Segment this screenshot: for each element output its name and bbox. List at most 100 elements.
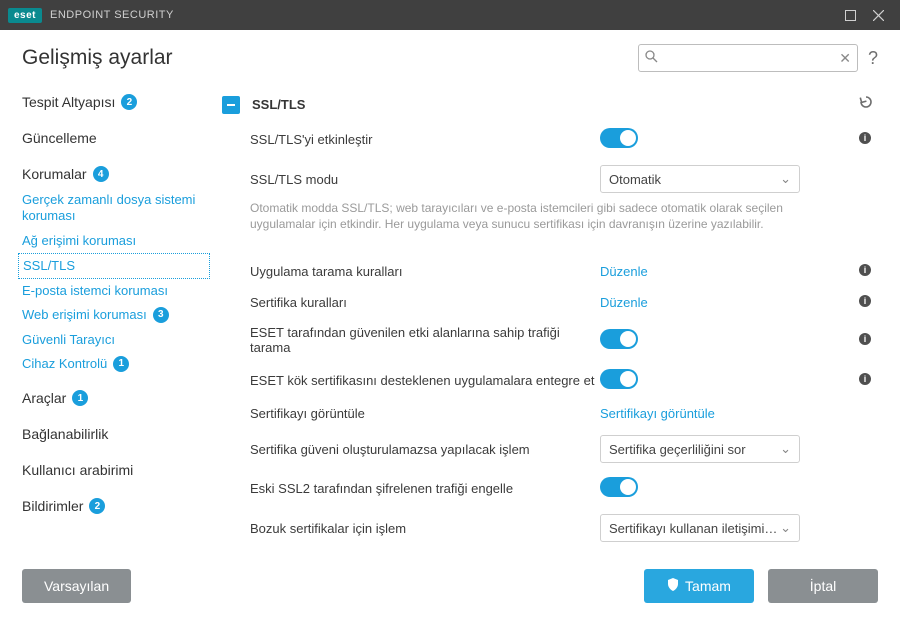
label: ESET tarafından güvenilen etki alanların… <box>250 325 600 355</box>
label: Uygulama tarama kuralları <box>250 264 600 279</box>
page-title: Gelişmiş ayarlar <box>22 46 173 70</box>
header: Gelişmiş ayarlar ✕ ? <box>0 30 900 82</box>
close-icon <box>873 10 884 21</box>
sidebar-item-label: Kullanıcı arabirimi <box>22 462 133 478</box>
product-name: ENDPOINT SECURITY <box>50 9 174 21</box>
badge: 1 <box>72 390 88 406</box>
brand-badge: eset <box>8 8 42 23</box>
sidebar-item-tespit[interactable]: Tespit Altyapısı 2 <box>18 88 210 116</box>
badge: 1 <box>113 356 129 372</box>
select-trust-fail[interactable]: Sertifika geçerliliğini sor ⌄ <box>600 435 800 463</box>
sidebar-sub-web[interactable]: Web erişimi koruması 3 <box>18 303 210 327</box>
help-button[interactable]: ? <box>868 48 878 69</box>
info-icon[interactable]: i <box>854 131 876 148</box>
sidebar-sub-rtfs[interactable]: Gerçek zamanlı dosya sistemi koruması <box>18 188 210 229</box>
row-broken-cert: Bozuk sertifikalar için işlem Sertifikay… <box>220 507 876 549</box>
select-value: Sertifika geçerliliğini sor <box>609 442 780 457</box>
row-root-cert: ESET kök sertifikasını desteklenen uygul… <box>220 362 876 399</box>
toggle-ssl2[interactable] <box>600 477 638 497</box>
info-icon[interactable]: i <box>854 263 876 280</box>
link-edit-app-rules[interactable]: Düzenle <box>600 264 648 279</box>
toggle-enable-ssl[interactable] <box>600 128 638 148</box>
badge: 2 <box>89 498 105 514</box>
row-cert-rules: Sertifika kuralları Düzenle i <box>220 287 876 318</box>
select-value: Sertifikayı kullanan iletişimi e... <box>609 521 780 536</box>
sidebar-sub-device[interactable]: Cihaz Kontrolü 1 <box>18 352 210 376</box>
sidebar-item-label: Cihaz Kontrolü <box>22 356 107 372</box>
sidebar-item-korumalar[interactable]: Korumalar 4 <box>18 160 210 188</box>
sidebar-item-label: Web erişimi koruması <box>22 307 147 323</box>
info-icon[interactable]: i <box>854 294 876 311</box>
select-ssl-mode[interactable]: Otomatik ⌄ <box>600 165 800 193</box>
chevron-down-icon: ⌄ <box>780 441 791 457</box>
collapse-toggle[interactable] <box>222 96 240 114</box>
search-input[interactable] <box>645 51 839 66</box>
row-trusted-domains: ESET tarafından güvenilen etki alanların… <box>220 318 876 362</box>
label: Sertifika güveni oluşturulamazsa yapılac… <box>250 442 600 457</box>
chevron-down-icon: ⌄ <box>780 520 791 536</box>
close-button[interactable] <box>864 1 892 29</box>
row-app-rules: Uygulama tarama kuralları Düzenle i <box>220 256 876 287</box>
svg-text:i: i <box>864 374 867 384</box>
sidebar-item-label: Tespit Altyapısı <box>22 94 115 110</box>
link-view-cert[interactable]: Sertifikayı görüntüle <box>600 406 715 421</box>
sidebar: Tespit Altyapısı 2 Güncelleme Korumalar … <box>0 82 210 574</box>
section-header: SSL/TLS <box>220 88 876 121</box>
sidebar-item-label: Bağlanabilirlik <box>22 426 108 442</box>
revert-button[interactable] <box>858 94 874 115</box>
sidebar-sub-ssltls[interactable]: SSL/TLS <box>18 253 210 279</box>
svg-text:i: i <box>864 296 867 306</box>
badge: 4 <box>93 166 109 182</box>
search-clear-icon[interactable]: ✕ <box>839 50 851 67</box>
select-broken-cert[interactable]: Sertifikayı kullanan iletişimi e... ⌄ <box>600 514 800 542</box>
info-icon[interactable]: i <box>854 372 876 389</box>
label: Sertifika kuralları <box>250 295 600 310</box>
ok-button[interactable]: Tamam <box>644 569 754 603</box>
row-enable-ssl: SSL/TLS'yi etkinleştir i <box>220 121 876 158</box>
content: SSL/TLS SSL/TLS'yi etkinleştir i SSL/TLS… <box>210 82 900 574</box>
label: Eski SSL2 tarafından şifrelenen trafiği … <box>250 481 600 496</box>
sidebar-item-label: Araçlar <box>22 390 66 406</box>
sidebar-item-label: Güncelleme <box>22 130 97 146</box>
label: Bozuk sertifikalar için işlem <box>250 521 600 536</box>
toggle-root-cert[interactable] <box>600 369 638 389</box>
cancel-button[interactable]: İptal <box>768 569 878 603</box>
svg-text:i: i <box>864 133 867 143</box>
link-edit-cert-rules[interactable]: Düzenle <box>600 295 648 310</box>
maximize-icon <box>845 10 856 21</box>
label: SSL/TLS'yi etkinleştir <box>250 132 600 147</box>
sidebar-item-guncelleme[interactable]: Güncelleme <box>18 124 210 152</box>
footer: Varsayılan Tamam İptal <box>0 552 900 620</box>
chevron-down-icon: ⌄ <box>780 171 791 187</box>
svg-text:i: i <box>864 265 867 275</box>
sidebar-sub-browser[interactable]: Güvenli Tarayıcı <box>18 328 210 352</box>
row-trust-fail: Sertifika güveni oluşturulamazsa yapılac… <box>220 428 876 470</box>
badge: 2 <box>121 94 137 110</box>
toggle-trusted-domains[interactable] <box>600 329 638 349</box>
minus-icon <box>226 100 236 110</box>
row-ssl2: Eski SSL2 tarafından şifrelenen trafiği … <box>220 470 876 507</box>
revert-icon <box>858 94 874 110</box>
section-title: SSL/TLS <box>252 97 858 112</box>
sidebar-item-araclar[interactable]: Araçlar 1 <box>18 384 210 412</box>
info-icon[interactable]: i <box>854 332 876 349</box>
sidebar-item-label: Bildirimler <box>22 498 83 514</box>
select-value: Otomatik <box>609 172 780 187</box>
sidebar-item-kullanici[interactable]: Kullanıcı arabirimi <box>18 456 210 484</box>
sidebar-sub-network[interactable]: Ağ erişimi koruması <box>18 229 210 253</box>
label: SSL/TLS modu <box>250 172 600 187</box>
sidebar-sub-email[interactable]: E-posta istemci koruması <box>18 279 210 303</box>
titlebar: eset ENDPOINT SECURITY <box>0 0 900 30</box>
row-view-cert: Sertifikayı görüntüle Sertifikayı görünt… <box>220 399 876 428</box>
label: Sertifikayı görüntüle <box>250 406 600 421</box>
ok-label: Tamam <box>685 578 731 594</box>
sidebar-item-label: Korumalar <box>22 166 87 182</box>
badge: 3 <box>153 307 169 323</box>
label: ESET kök sertifikasını desteklenen uygul… <box>250 373 600 388</box>
sidebar-item-baglan[interactable]: Bağlanabilirlik <box>18 420 210 448</box>
maximize-button[interactable] <box>836 1 864 29</box>
search-box[interactable]: ✕ <box>638 44 858 72</box>
row-ssl-mode: SSL/TLS modu Otomatik ⌄ <box>220 158 876 200</box>
sidebar-item-bildirim[interactable]: Bildirimler 2 <box>18 492 210 520</box>
default-button[interactable]: Varsayılan <box>22 569 131 603</box>
